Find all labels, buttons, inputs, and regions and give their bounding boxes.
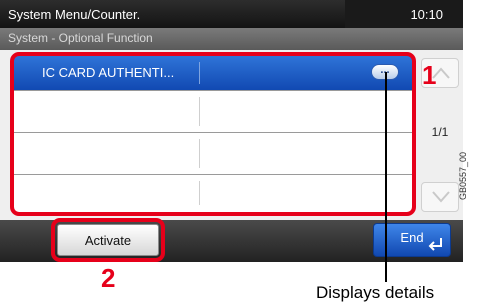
scroll-down-button[interactable] xyxy=(421,182,459,212)
callout-number-2: 2 xyxy=(101,263,116,293)
title-area: System Menu/Counter. xyxy=(0,0,345,28)
activate-callout-frame xyxy=(51,218,165,262)
title-bar: System Menu/Counter. 10:10 xyxy=(0,0,463,28)
breadcrumb: System - Optional Function xyxy=(8,31,153,45)
figure-code: GB0557_00 xyxy=(458,151,468,200)
clock: 10:10 xyxy=(410,7,443,22)
page-indicator: 1/1 xyxy=(431,125,449,139)
callout-number-1: 1 xyxy=(422,60,437,90)
list-callout-frame xyxy=(10,52,416,216)
enter-icon xyxy=(428,238,442,251)
screen-title: System Menu/Counter. xyxy=(8,7,141,22)
details-leader-line xyxy=(385,72,387,282)
details-caption: Displays details xyxy=(316,283,435,302)
breadcrumb-bar: System - Optional Function xyxy=(0,28,463,50)
chevron-down-icon xyxy=(432,191,450,203)
